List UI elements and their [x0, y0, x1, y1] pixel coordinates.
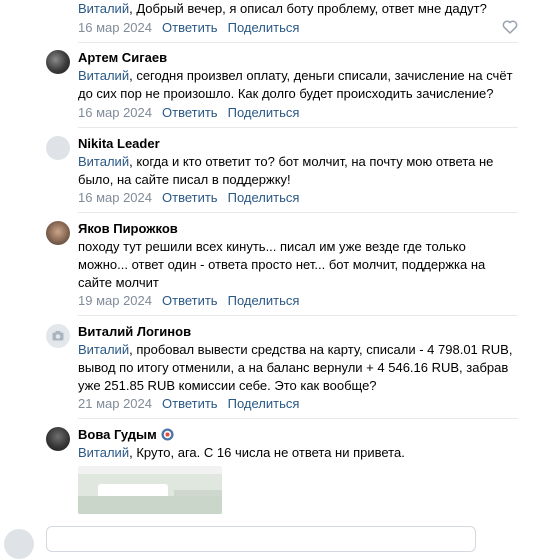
divider	[78, 127, 518, 128]
comment-meta: 16 мар 2024 Ответить Поделиться	[78, 105, 299, 121]
comment-body: , когда и кто ответит то? бот молчит, на…	[78, 154, 494, 187]
comment-date[interactable]: 16 мар 2024	[78, 190, 152, 205]
reply-to-link[interactable]: Виталий	[78, 342, 129, 357]
divider	[78, 315, 518, 316]
reply-button[interactable]: Ответить	[162, 20, 218, 35]
comment-author[interactable]: Вова Гудым	[78, 427, 174, 443]
reply-to-link[interactable]: Виталий	[78, 68, 129, 83]
comment-text: Виталий, Круто, ага. С 16 числа не ответ…	[78, 444, 518, 462]
comment-meta: 16 мар 2024 Ответить Поделиться	[78, 190, 299, 206]
attached-image-header	[78, 466, 222, 474]
comment-body: , Круто, ага. С 16 числа не ответа ни пр…	[129, 445, 405, 460]
comment-author[interactable]: Артем Сигаев	[78, 50, 167, 66]
comment-meta: 21 мар 2024 Ответить Поделиться	[78, 396, 299, 412]
comment-author[interactable]: Виталий Логинов	[78, 324, 191, 340]
comment-text: Виталий, пробовал вывести средства на ка…	[78, 341, 518, 395]
divider	[78, 42, 518, 43]
share-button[interactable]: Поделиться	[228, 293, 300, 308]
share-button[interactable]: Поделиться	[228, 396, 300, 411]
avatar[interactable]	[46, 136, 70, 160]
divider	[78, 418, 518, 419]
current-user-avatar	[4, 529, 34, 559]
comment-meta: 19 мар 2024 Ответить Поделиться	[78, 293, 299, 309]
comment-text: Виталий, сегодня произвел оплату, деньги…	[78, 67, 518, 103]
comment-meta: 16 мар 2024 Ответить Поделиться	[78, 20, 299, 36]
avatar[interactable]	[46, 221, 70, 245]
reply-button[interactable]: Ответить	[162, 190, 218, 205]
reply-button[interactable]: Ответить	[162, 396, 218, 411]
comment-date[interactable]: 21 мар 2024	[78, 396, 152, 411]
comment-body: , пробовал вывести средства на карту, сп…	[78, 342, 513, 393]
reply-button[interactable]: Ответить	[162, 293, 218, 308]
reply-to-link[interactable]: Виталий	[78, 154, 129, 169]
comment-body: , сегодня произвел оплату, деньги списал…	[78, 68, 513, 101]
comment-date[interactable]: 16 мар 2024	[78, 105, 152, 120]
vk-badge-icon	[161, 428, 174, 441]
avatar[interactable]	[46, 324, 70, 348]
author-name[interactable]: Вова Гудым	[78, 427, 157, 442]
comment-text: походу тут решили всех кинуть... писал и…	[78, 238, 518, 292]
share-button[interactable]: Поделиться	[228, 20, 300, 35]
reply-to-link[interactable]: Виталий	[78, 445, 129, 460]
heart-icon[interactable]	[502, 20, 518, 34]
camera-icon	[52, 331, 64, 341]
comment-text: Виталий, когда и кто ответит то? бот мол…	[78, 153, 518, 189]
comment-date[interactable]: 16 мар 2024	[78, 20, 152, 35]
reply-button[interactable]: Ответить	[162, 105, 218, 120]
attached-image[interactable]	[78, 466, 222, 514]
comment-text: Виталий, Добрый вечер, я описал боту про…	[78, 0, 518, 18]
share-button[interactable]: Поделиться	[228, 105, 300, 120]
comment-date[interactable]: 19 мар 2024	[78, 293, 152, 308]
comment-author[interactable]: Nikita Leader	[78, 136, 160, 152]
avatar[interactable]	[46, 427, 70, 451]
comment-body: , Добрый вечер, я описал боту проблему, …	[129, 1, 487, 16]
attached-image-footer	[78, 496, 222, 514]
avatar[interactable]	[46, 50, 70, 74]
reply-to-link[interactable]: Виталий	[78, 1, 129, 16]
share-button[interactable]: Поделиться	[228, 190, 300, 205]
comment-author[interactable]: Яков Пирожков	[78, 221, 178, 237]
comment-body: походу тут решили всех кинуть... писал и…	[78, 239, 486, 290]
comment-input[interactable]	[46, 526, 476, 552]
divider	[78, 212, 518, 213]
